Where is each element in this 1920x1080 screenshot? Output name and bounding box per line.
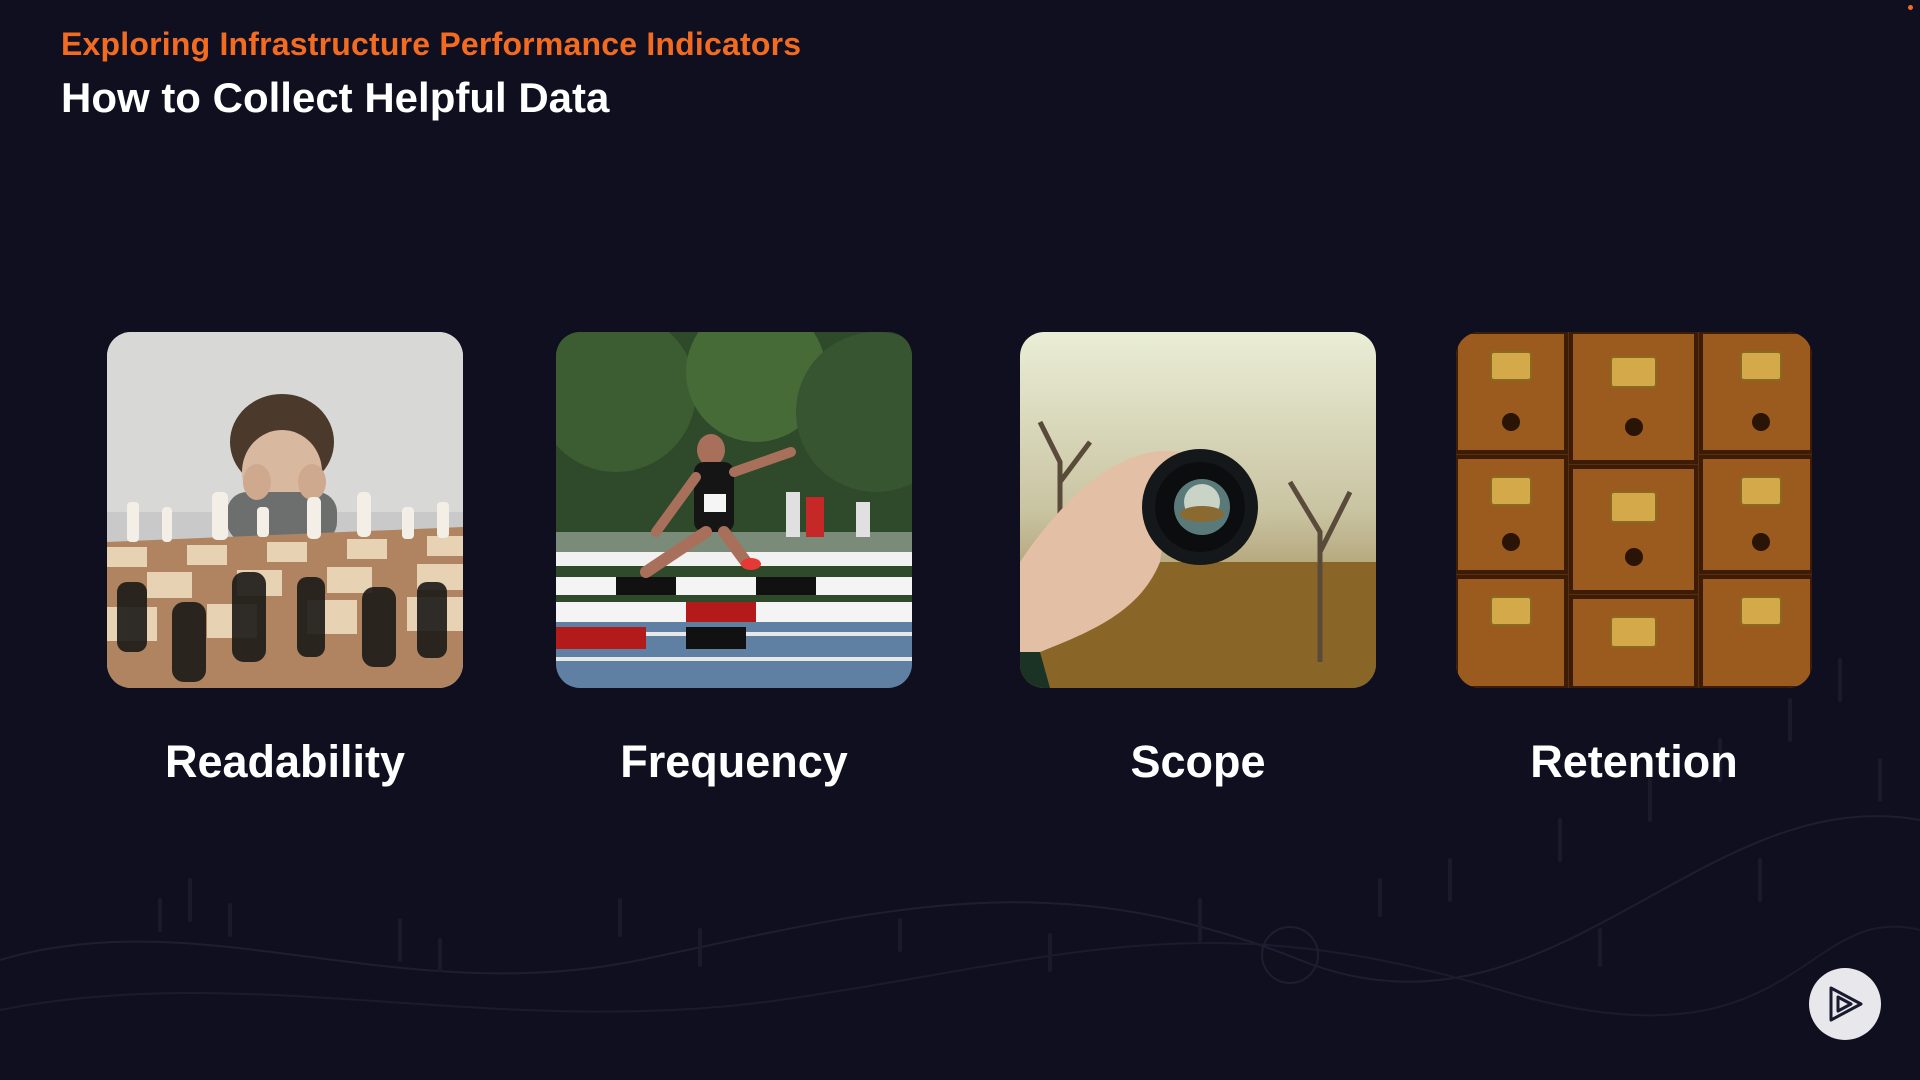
hurdles-runner-image [556,332,912,688]
play-logo-icon [1809,968,1881,1040]
slide-title: How to Collect Helpful Data [61,74,610,121]
card-scope: Scope [1020,332,1376,790]
corner-accent-dot [1908,5,1913,10]
chess-boy-image [107,332,463,688]
slide-header: Exploring Infrastructure Performance Ind… [61,24,801,126]
card-label-retention: Retention [1530,736,1738,787]
card-label-scope: Scope [1130,736,1266,787]
card-label-readability: Readability [164,736,406,787]
card-retention: Retention [1456,332,1812,790]
card-catalog-image [1456,332,1812,688]
card-frequency: Frequency [556,332,912,790]
camera-lens-image [1020,332,1376,688]
course-subtitle: Exploring Infrastructure Performance Ind… [61,26,802,62]
card-label-frequency: Frequency [620,736,848,787]
card-readability: Readability [107,332,463,790]
